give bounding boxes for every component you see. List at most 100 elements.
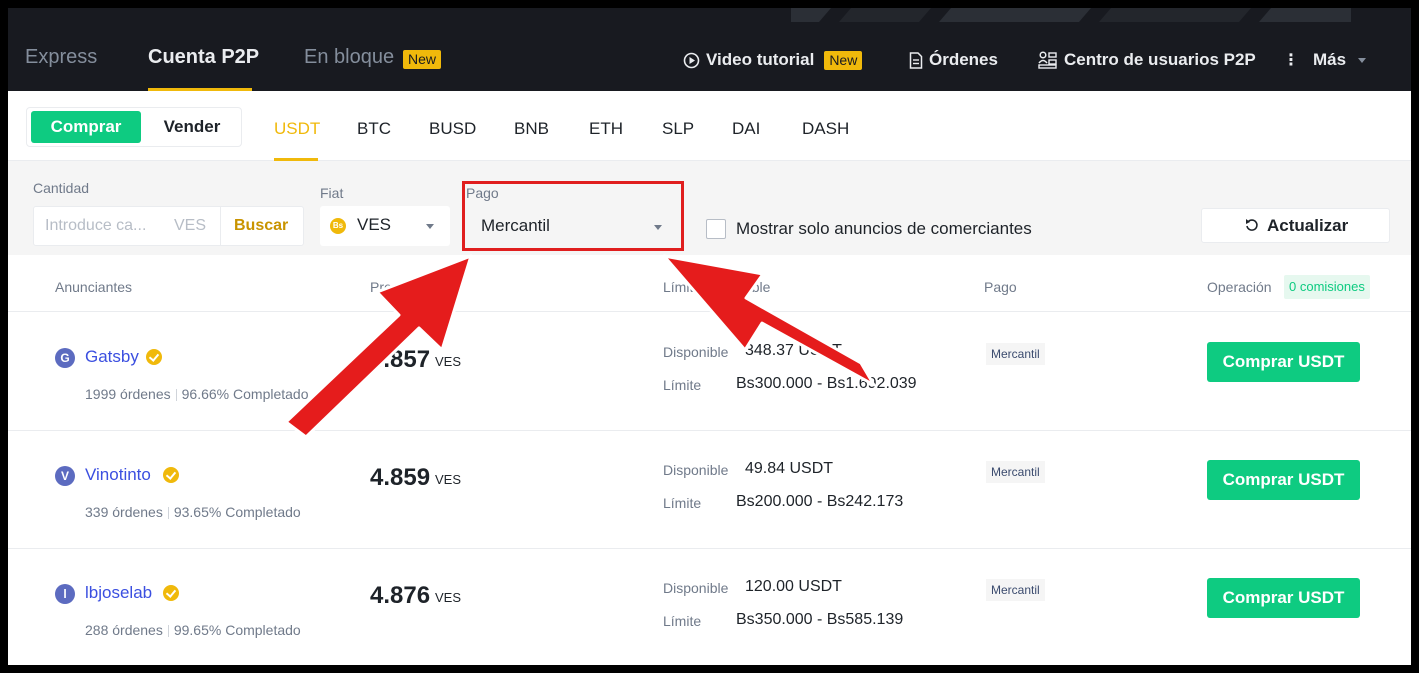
avatar: l (55, 584, 75, 604)
advertiser-name[interactable]: Vinotinto (85, 465, 151, 485)
buy-tab[interactable]: Comprar (31, 111, 141, 143)
table-row: G Gatsby 1999 órdenes 96.66% Completado 4… (8, 313, 1411, 431)
decorative-pattern (791, 8, 1351, 22)
table-header: Anunciantes Precio Límite/Disponible Pag… (8, 255, 1411, 312)
users-center-icon (1038, 51, 1057, 69)
cantidad-placeholder: Introduce ca... (45, 217, 147, 234)
disponible-value: 120.00 USDT (745, 578, 842, 595)
price-currency: VES (435, 354, 462, 369)
page-frame: Express Cuenta P2P En bloque New Video t… (8, 8, 1411, 665)
nav-en-bloque[interactable]: En bloque (304, 46, 394, 69)
order-count: 1999 órdenes (85, 386, 171, 402)
refresh-button[interactable]: Actualizar (1201, 208, 1390, 243)
cantidad-field[interactable]: Introduce ca... VES Buscar (33, 206, 304, 246)
header-pago: Pago (984, 279, 1017, 295)
disponible-label: Disponible (663, 344, 729, 360)
centro-usuarios-label: Centro de usuarios P2P (1064, 50, 1256, 69)
ordenes-link[interactable]: Órdenes (909, 50, 998, 70)
ordenes-label: Órdenes (929, 50, 998, 69)
nav-express[interactable]: Express (25, 46, 97, 69)
buy-sell-toggle: Comprar Vender (26, 107, 242, 147)
price-currency: VES (435, 472, 462, 487)
coin-tab-slp[interactable]: SLP (662, 119, 694, 139)
nav-cuenta-p2p[interactable]: Cuenta P2P (148, 46, 259, 69)
price-value: 4.876 (370, 582, 431, 609)
refresh-label: Actualizar (1267, 216, 1349, 235)
completion-rate: 99.65% Completado (173, 622, 301, 638)
document-icon (909, 51, 923, 69)
table-row: V Vinotinto 339 órdenes 93.65% Completado… (8, 431, 1411, 549)
payment-method-tag: Mercantil (984, 579, 1045, 601)
fiat-label: Fiat (320, 185, 344, 201)
mas-menu[interactable]: ⋮ Más (1283, 50, 1367, 70)
coin-tab-usdt[interactable]: USDT (274, 119, 320, 139)
buscar-button[interactable]: Buscar (234, 217, 288, 235)
video-new-badge: New (824, 50, 863, 70)
merchant-only-checkbox[interactable] (706, 219, 726, 239)
disponible-label: Disponible (663, 580, 729, 596)
coin-tab-busd[interactable]: BUSD (429, 119, 476, 139)
header-limite: Límite/Disponible (663, 279, 771, 295)
advertiser-stats: 288 órdenes 99.65% Completado (85, 622, 301, 638)
fiat-value: VES (357, 215, 392, 234)
price-value: 4.859 (370, 464, 431, 491)
cantidad-currency: VES (174, 217, 207, 234)
advertiser-name[interactable]: lbjoselab (85, 583, 152, 603)
cantidad-divider (220, 207, 221, 245)
buy-usdt-button[interactable]: Comprar USDT (1207, 460, 1360, 500)
centro-usuarios-link[interactable]: Centro de usuarios P2P (1038, 50, 1256, 70)
completion-rate: 96.66% Completado (181, 386, 309, 402)
order-count: 339 órdenes (85, 504, 163, 520)
video-tutorial-label: Video tutorial (706, 50, 815, 69)
cantidad-label: Cantidad (33, 180, 90, 196)
play-circle-icon (683, 52, 700, 68)
disponible-value: 348.37 USDT (745, 342, 842, 359)
buy-usdt-button[interactable]: Comprar USDT (1207, 578, 1360, 618)
more-dots-icon: ⋮ (1283, 52, 1299, 69)
limite-label: Límite (663, 377, 702, 393)
table-row: l lbjoselab 288 órdenes 99.65% Completado… (8, 549, 1411, 665)
sell-tab[interactable]: Vender (145, 111, 239, 143)
new-badge: New (403, 50, 442, 69)
advertiser-name[interactable]: Gatsby (85, 347, 139, 367)
header-operacion: Operación (1207, 279, 1272, 295)
coin-tab-bnb[interactable]: BNB (514, 119, 549, 139)
limite-label: Límite (663, 495, 702, 511)
limite-value: Bs300.000 - Bs1.692.039 (736, 375, 917, 392)
video-tutorial-link[interactable]: Video tutorial New (683, 50, 863, 70)
chevron-down-icon (426, 224, 434, 229)
filter-bar: Cantidad Introduce ca... VES Buscar Fiat… (8, 161, 1411, 255)
avatar: G (55, 348, 75, 368)
disponible-value: 49.84 USDT (745, 460, 834, 477)
limite-label: Límite (663, 613, 702, 629)
disponible-label: Disponible (663, 462, 729, 478)
trade-tab-bar: Comprar Vender USDT BTC BUSD BNB ETH SLP… (8, 91, 1411, 161)
verified-icon (163, 585, 179, 601)
bolivar-icon: Bs (330, 218, 346, 234)
header-anunciantes: Anunciantes (55, 279, 133, 295)
coin-tab-dai[interactable]: DAI (732, 119, 760, 139)
coin-tab-btc[interactable]: BTC (357, 119, 391, 139)
mas-label: Más (1313, 50, 1347, 69)
verified-icon (163, 467, 179, 483)
avatar: V (55, 466, 75, 486)
advertiser-stats: 1999 órdenes 96.66% Completado (85, 386, 309, 402)
fiat-select[interactable]: Bs VES (320, 206, 450, 246)
verified-icon (146, 349, 162, 365)
price-currency: VES (435, 590, 462, 605)
top-nav: Express Cuenta P2P En bloque New Video t… (8, 8, 1411, 91)
refresh-icon (1246, 219, 1258, 231)
advertiser-stats: 339 órdenes 93.65% Completado (85, 504, 301, 520)
payment-method-tag: Mercantil (984, 343, 1045, 365)
coin-tab-dash[interactable]: DASH (802, 119, 849, 139)
annotation-highlight-box (462, 181, 684, 251)
order-count: 288 órdenes (85, 622, 163, 638)
payment-method-tag: Mercantil (984, 461, 1045, 483)
merchant-only-label: Mostrar solo anuncios de comerciantes (736, 219, 1032, 238)
buy-usdt-button[interactable]: Comprar USDT (1207, 342, 1360, 382)
completion-rate: 93.65% Completado (173, 504, 301, 520)
coin-tab-eth[interactable]: ETH (589, 119, 623, 139)
header-precio: Precio (370, 279, 410, 295)
chevron-down-icon (1358, 57, 1367, 63)
limite-value: Bs350.000 - Bs585.139 (736, 611, 904, 628)
